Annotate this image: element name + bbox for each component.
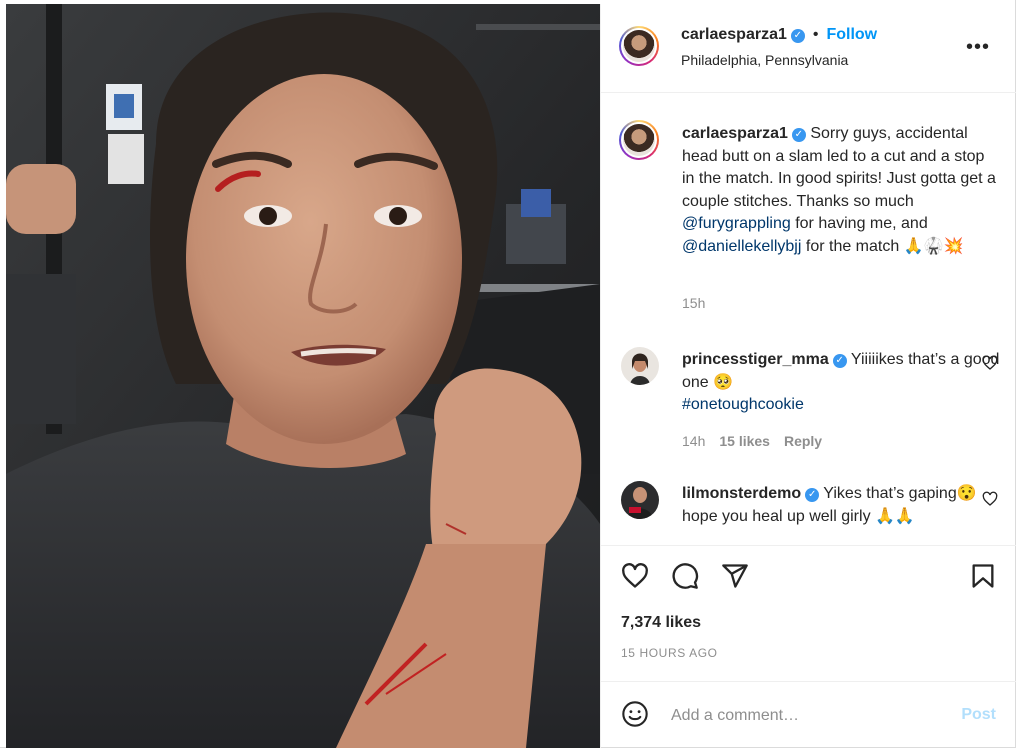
- paper-plane-icon[interactable]: [721, 562, 749, 595]
- author-username[interactable]: carlaesparza1: [681, 26, 787, 43]
- mention-daniellekellybjj[interactable]: @daniellekellybjj: [682, 238, 801, 255]
- post-actions: 7,374 likes 15 HOURS AGO: [601, 545, 1016, 682]
- likes-count[interactable]: 7,374 likes: [621, 614, 701, 632]
- comment-bubble-icon[interactable]: [671, 562, 699, 595]
- mention-furygrappling[interactable]: @furygrappling: [682, 215, 791, 232]
- caption-time[interactable]: 15h: [682, 295, 705, 311]
- header-separator: •: [812, 26, 819, 43]
- comments-list[interactable]: carlaesparza1 ✓ Sorry guys, accidental he…: [601, 93, 1016, 545]
- header-title-row: carlaesparza1 ✓ • Follow: [681, 26, 877, 44]
- comment-likes[interactable]: 15 likes: [719, 433, 770, 449]
- comment-meta: 14h 15 likes Reply: [682, 433, 822, 449]
- caption-body-2: for having me, and: [795, 215, 928, 232]
- caption-avatar[interactable]: [619, 120, 659, 160]
- add-comment-input[interactable]: [669, 702, 943, 730]
- post-image-illustration: [6, 4, 600, 748]
- post-header: carlaesparza1 ✓ • Follow Philadelphia, Penn…: [601, 4, 1016, 93]
- post-comment-button[interactable]: Post: [961, 706, 996, 724]
- caption-username[interactable]: carlaesparza1: [682, 125, 788, 142]
- verified-badge-icon: ✓: [832, 354, 847, 368]
- post-location[interactable]: Philadelphia, Pennsylvania: [681, 52, 848, 68]
- hashtag-link[interactable]: #onetoughcookie: [682, 396, 804, 413]
- comment-text: princesstiger_mma ✓ Yiiiiikes that’s a go…: [682, 349, 1000, 417]
- verified-badge-icon: ✓: [790, 29, 805, 43]
- commenter-avatar[interactable]: [621, 481, 659, 519]
- bookmark-icon[interactable]: [969, 562, 997, 595]
- verified-badge-icon: ✓: [805, 488, 820, 502]
- verified-badge-icon: ✓: [791, 128, 806, 142]
- heart-icon[interactable]: [621, 562, 649, 595]
- more-options-icon[interactable]: •••: [966, 36, 990, 59]
- caption-body-3: for the match 🙏🥋💥: [805, 237, 964, 255]
- post-timestamp[interactable]: 15 HOURS AGO: [621, 646, 718, 660]
- follow-button[interactable]: Follow: [826, 26, 877, 43]
- instagram-post-modal: carlaesparza1 ✓ • Follow Philadelphia, Penn…: [0, 0, 1016, 748]
- comment-time[interactable]: 14h: [682, 433, 705, 449]
- smiley-icon[interactable]: [621, 700, 649, 733]
- reply-button[interactable]: Reply: [784, 433, 822, 449]
- comment-text: lilmonsterdemo ✓ Yikes that’s gaping😯 hop…: [682, 483, 1000, 528]
- caption-text: carlaesparza1 ✓ Sorry guys, accidental he…: [682, 123, 1000, 258]
- comment-like-heart-icon[interactable]: [982, 355, 998, 376]
- comment-like-heart-icon[interactable]: [982, 491, 998, 512]
- add-comment-bar: Post: [601, 681, 1016, 749]
- author-avatar[interactable]: [619, 26, 659, 66]
- commenter-avatar[interactable]: [621, 347, 659, 385]
- post-photo[interactable]: [6, 4, 600, 748]
- post-side-panel: carlaesparza1 ✓ • Follow Philadelphia, Penn…: [600, 4, 1016, 748]
- commenter-username[interactable]: lilmonsterdemo: [682, 485, 801, 502]
- commenter-username[interactable]: princesstiger_mma: [682, 351, 829, 368]
